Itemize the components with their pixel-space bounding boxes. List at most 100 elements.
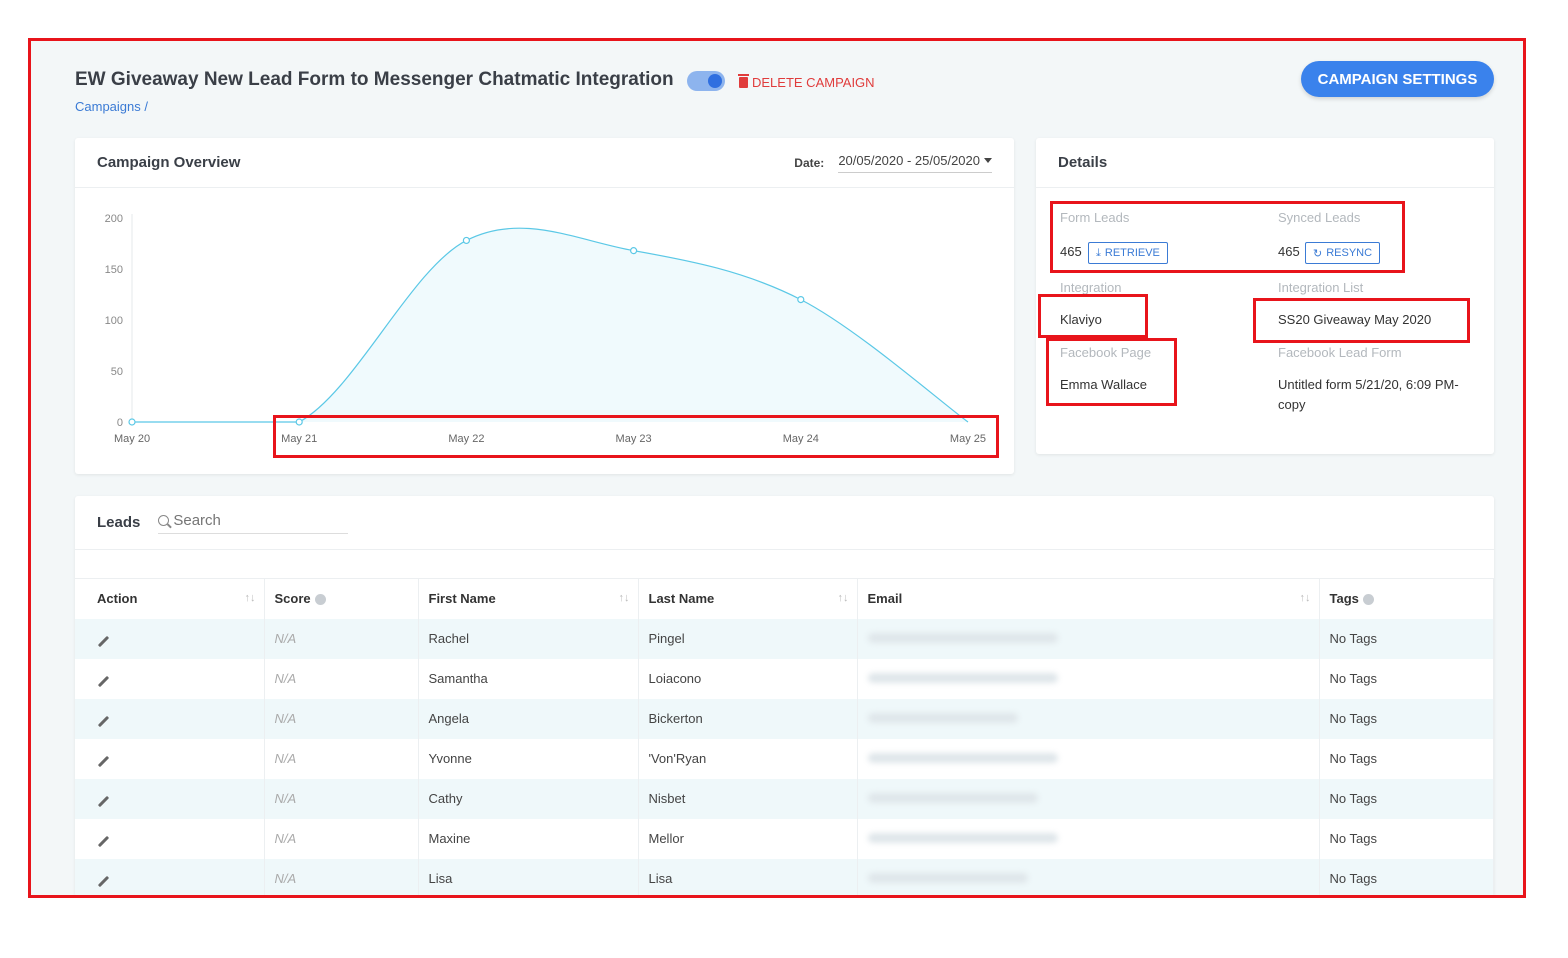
y-tick-label: 200 [105,213,123,225]
caret-down-icon [984,157,992,163]
x-tick-label: May 25 [950,433,986,445]
row-score: N/A [264,658,419,699]
pencil-icon[interactable] [97,675,110,688]
trash-icon [738,74,749,88]
data-point[interactable] [295,418,303,426]
facebook-form-value: Untitled form 5/21/20, 6:09 PM-copy [1278,377,1459,412]
table-row[interactable]: N/A Samantha Loiacono No Tags [75,658,1494,699]
row-action[interactable] [75,818,265,859]
table-row[interactable]: N/A Yvonne 'Von'Ryan No Tags [75,738,1494,779]
row-first-name: Samantha [418,658,639,699]
delete-campaign-label: DELETE CAMPAIGN [752,75,875,90]
row-email [857,738,1320,779]
leads-chart: 0 50 100 150 200 May 20 May 21 May 22 May 23 May … [105,213,986,445]
row-first-name: Rachel [418,618,639,659]
blurred-email [867,713,1018,723]
table-row[interactable]: N/A Lisa Lisa No Tags [75,858,1494,895]
details-card: Details Form Leads 465 ⤓ RETRIEVE Synced… [1036,138,1494,454]
row-first-name: Angela [418,698,639,739]
row-first-name: Yvonne [418,738,639,779]
row-score: N/A [264,778,419,819]
data-point[interactable] [629,247,638,255]
retrieve-label: RETRIEVE [1104,247,1160,259]
sort-icon: ↑↓ [244,592,256,604]
pencil-icon[interactable] [97,715,110,728]
info-icon [1362,594,1374,606]
column-tags[interactable]: Tags [1319,578,1494,619]
row-action[interactable] [75,738,265,779]
data-point[interactable] [462,236,470,245]
table-row[interactable]: N/A Rachel Pingel No Tags [75,618,1494,659]
retrieve-button[interactable]: ⤓ RETRIEVE [1088,242,1168,264]
pencil-icon[interactable] [97,635,110,648]
campaign-settings-button[interactable]: CAMPAIGN SETTINGS [1301,61,1494,97]
integration-list-label: Integration List [1278,280,1364,295]
date-range-dropdown[interactable]: 20/05/2020 - 25/05/2020 [838,153,992,173]
integration-list-value: SS20 Giveaway May 2020 [1278,312,1432,327]
row-email [857,698,1320,739]
sort-icon: ↑↓ [1299,592,1311,604]
row-action[interactable] [75,618,265,659]
column-action[interactable]: Action ↑↓ [75,578,265,619]
row-last-name: Loiacono [638,658,858,699]
breadcrumb[interactable]: Campaigns / [75,99,148,114]
page-title: EW Giveaway New Lead Form to Messenger C… [75,69,674,90]
row-email [857,818,1320,859]
row-tags: No Tags [1319,618,1494,659]
column-score[interactable]: Score [264,578,419,619]
row-email [857,778,1320,819]
data-point[interactable] [797,295,805,304]
campaign-overview-card: Campaign Overview Date: 20/05/2020 - 25/… [75,138,1014,474]
pencil-icon[interactable] [97,795,110,808]
leads-card: Leads Action↑↓ Score First Name↑↓ Last N… [75,496,1494,895]
x-tick-label: May 20 [114,433,150,445]
row-action[interactable] [75,698,265,739]
form-leads-label: Form Leads [1060,210,1130,225]
row-action[interactable] [75,778,265,819]
table-row[interactable]: N/A Maxine Mellor No Tags [75,818,1494,859]
sort-icon: ↑↓ [618,592,630,604]
search-icon [158,514,170,526]
resync-button[interactable]: ↻ RESYNC [1305,242,1381,264]
column-last-name[interactable]: Last Name ↑↓ [638,578,858,619]
info-icon [314,594,326,606]
pencil-icon[interactable] [97,835,110,848]
row-first-name: Lisa [418,858,639,895]
delete-campaign-link[interactable]: DELETE CAMPAIGN [738,74,875,90]
row-action[interactable] [75,858,265,895]
facebook-page-value: Emma Wallace [1060,377,1147,392]
x-tick-label: May 22 [448,433,484,445]
refresh-icon: ↻ [1313,247,1323,260]
y-tick-label: 150 [105,264,123,276]
sort-icon: ↑↓ [837,592,849,604]
row-score: N/A [264,618,419,659]
facebook-page-label: Facebook Page [1060,345,1152,360]
row-tags: No Tags [1319,778,1494,819]
search-input[interactable] [173,511,344,529]
row-tags: No Tags [1319,858,1494,895]
pencil-icon[interactable] [97,755,110,768]
leads-table: Action ↑↓ Score First Name ↑↓ Last Name ↑↓ … [75,578,1494,895]
search-box[interactable] [158,511,349,534]
column-email[interactable]: Email ↑↓ [857,578,1320,619]
integration-label: Integration [1060,280,1122,295]
row-action[interactable] [75,658,265,699]
row-tags: No Tags [1319,658,1494,699]
table-row[interactable]: N/A Angela Bickerton No Tags [75,698,1494,739]
row-tags: No Tags [1319,738,1494,779]
row-last-name: Nisbet [638,778,858,819]
row-score: N/A [264,738,419,779]
row-first-name: Maxine [418,818,639,859]
pencil-icon[interactable] [97,875,110,888]
campaign-toggle[interactable] [687,71,725,91]
row-last-name: Mellor [638,818,858,859]
column-first-name[interactable]: First Name ↑↓ [418,578,639,619]
row-last-name: Bickerton [638,698,858,739]
row-score: N/A [264,818,419,859]
resync-label: RESYNC [1326,247,1373,259]
row-last-name: Lisa [638,858,858,895]
data-point[interactable] [128,418,136,426]
blurred-email [867,753,1058,763]
form-leads-value: 465 [1060,244,1082,259]
table-row[interactable]: N/A Cathy Nisbet No Tags [75,778,1494,819]
